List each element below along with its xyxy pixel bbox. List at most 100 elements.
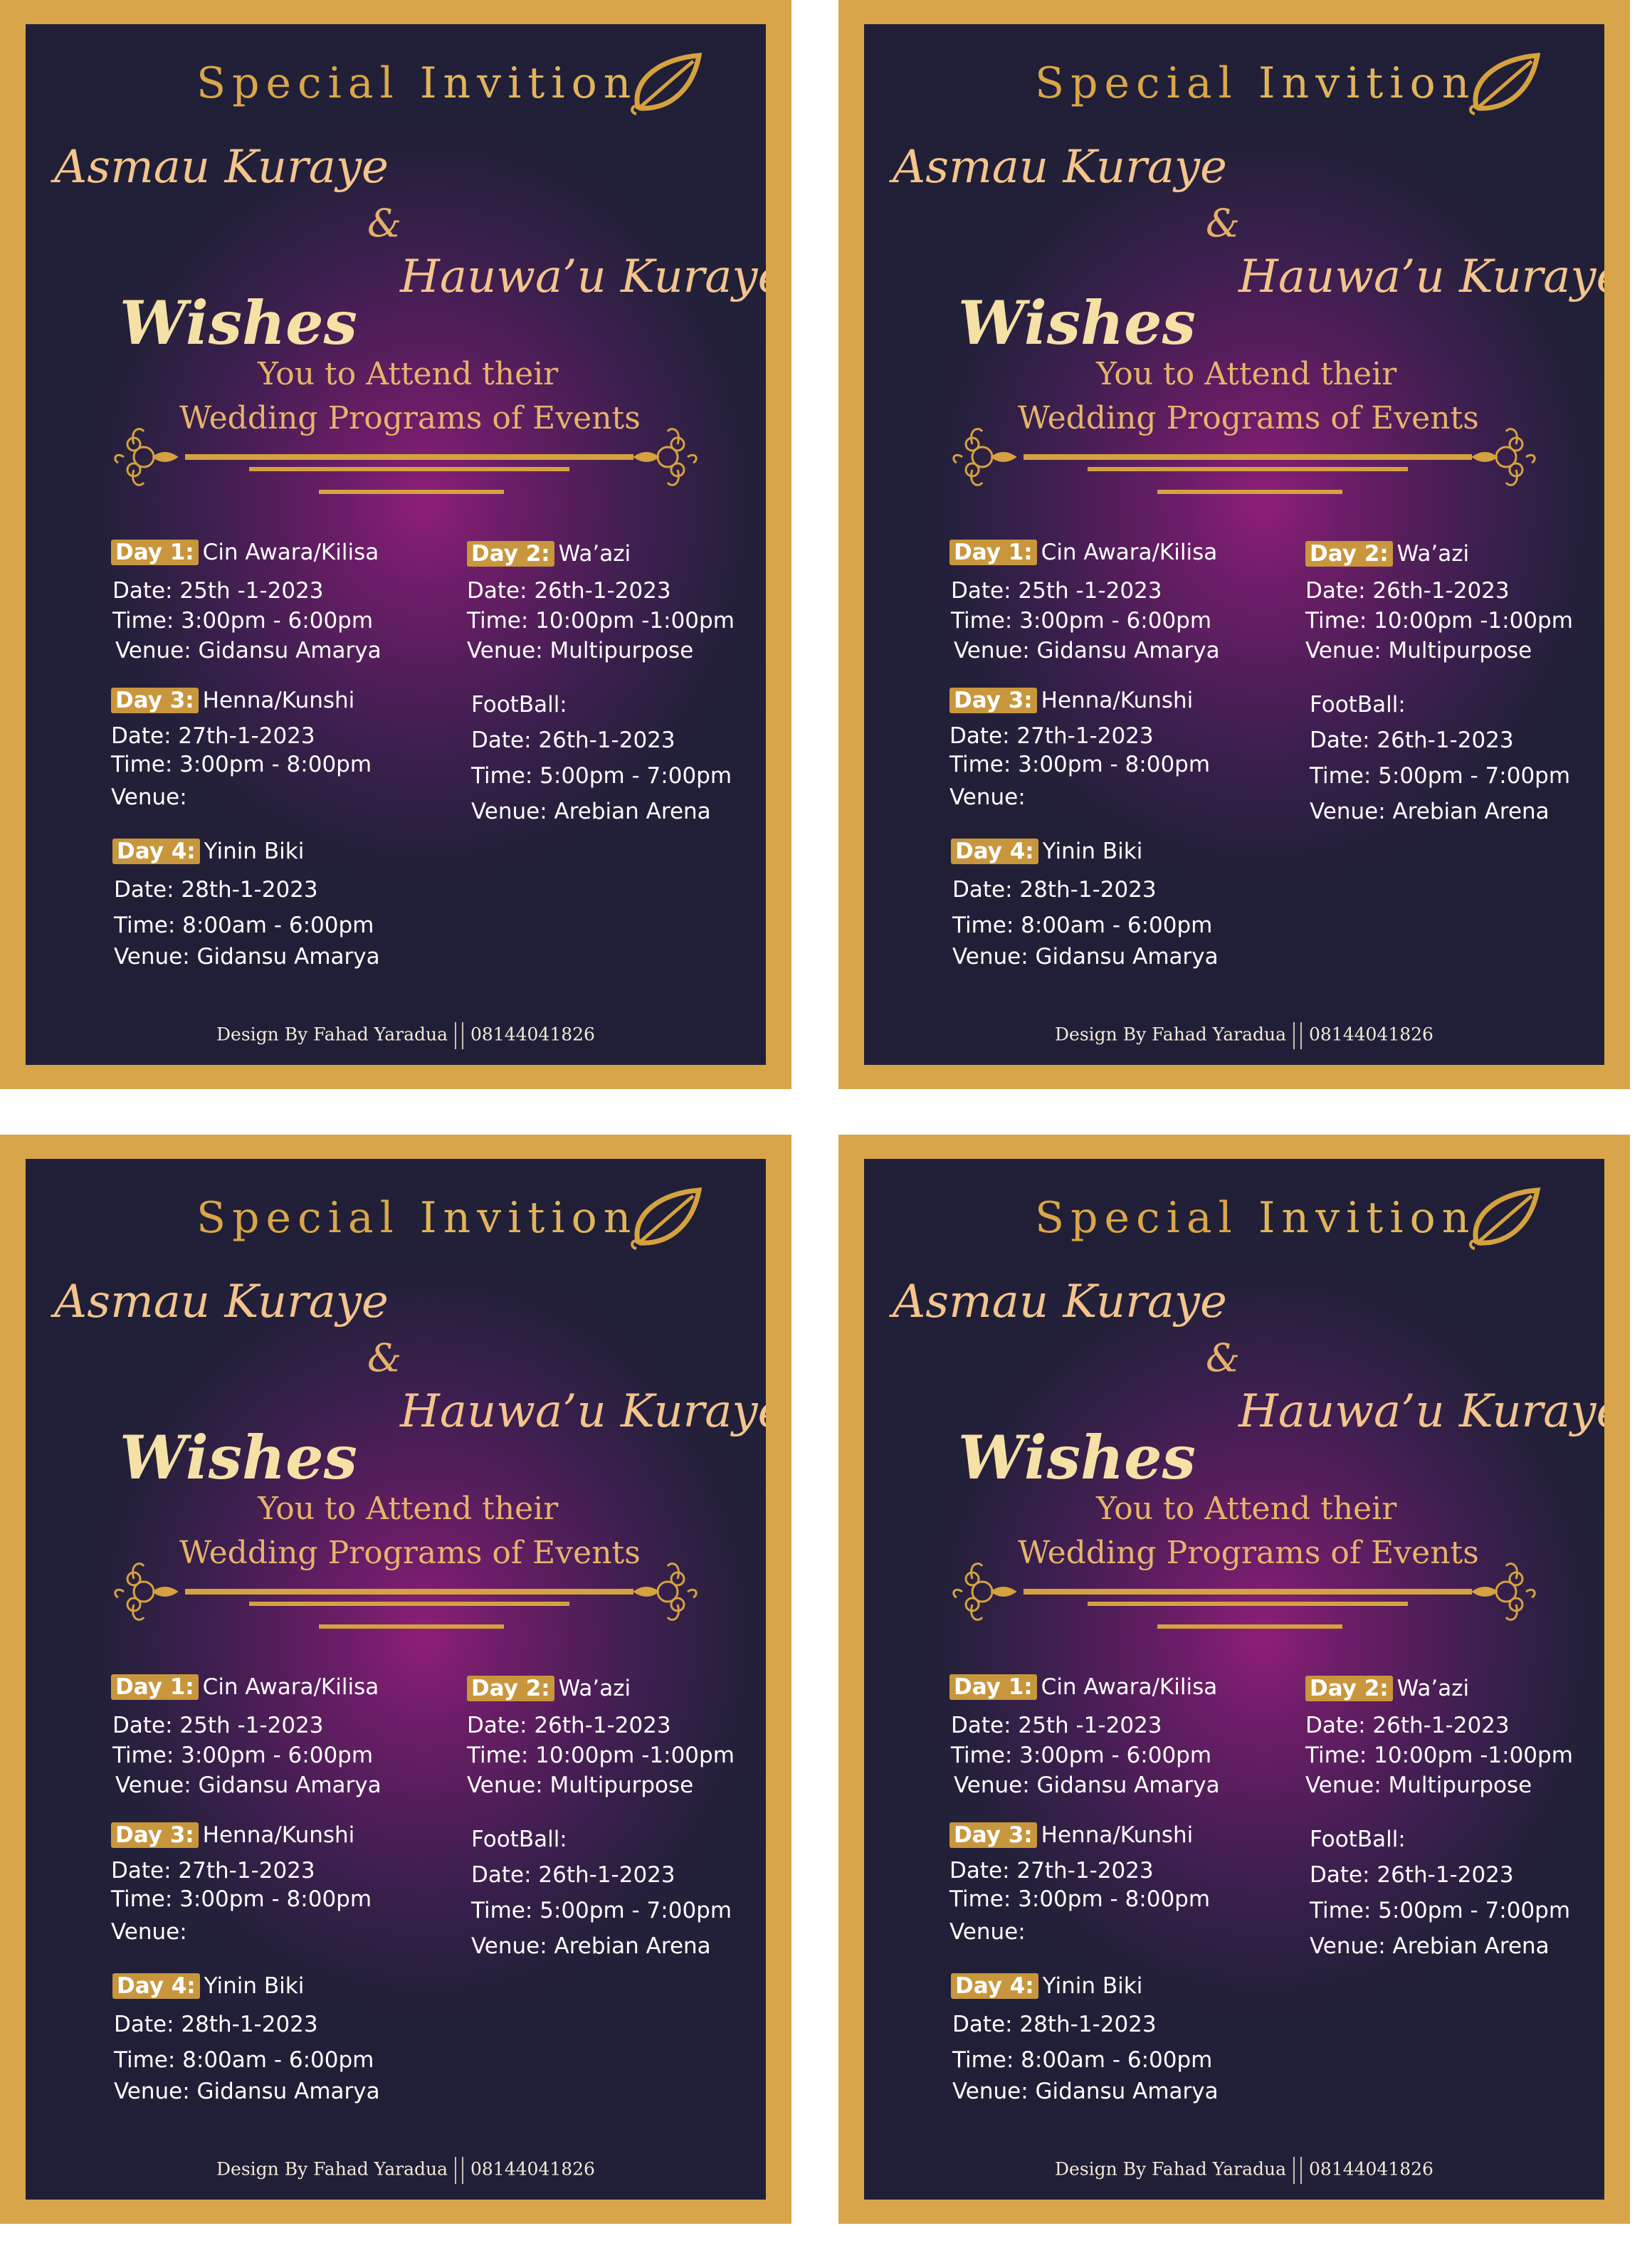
football-title: FootBall: — [1310, 1827, 1406, 1852]
subtitle-line-1: You to Attend their — [258, 356, 559, 392]
day4-time: Time: 8:00am - 6:00pm — [952, 913, 1213, 938]
subtitle-line-2: Wedding Programs of Events — [1018, 400, 1479, 436]
day2-date: Date: 26th-1-2023 — [467, 1713, 671, 1738]
day-badge: Day 2: — [467, 1676, 554, 1701]
bride-name-2: Hauwa’u Kuraye — [1238, 1385, 1604, 1438]
day1-venue: Venue: Gidansu Amarya — [954, 638, 1220, 663]
day2-date: Date: 26th-1-2023 — [1305, 1713, 1510, 1738]
invitation-card-bottom-right: Special Invition Asmau Kuraye & Hauwa’u … — [838, 1135, 1630, 2224]
day3-date: Date: 27th-1-2023 — [949, 1858, 1154, 1884]
day3-date: Date: 27th-1-2023 — [949, 723, 1154, 749]
invitation-card-top-right: Special Invition Asmau Kuraye & Hauwa’u … — [838, 0, 1630, 1089]
day-badge: Day 1: — [111, 1674, 199, 1700]
card-panel: Special Invition Asmau Kuraye & Hauwa’u … — [26, 24, 766, 1065]
subtitle-line-2: Wedding Programs of Events — [1018, 1535, 1479, 1571]
bride-name-1: Asmau Kuraye — [893, 141, 1227, 194]
football-time: Time: 5:00pm - 7:00pm — [1310, 1898, 1571, 1923]
day4-title: Day 4: Yinin Biki — [112, 839, 304, 864]
divider-line — [1088, 467, 1408, 471]
header-title: Special Invition — [1035, 58, 1475, 108]
day-badge: Day 2: — [1305, 541, 1393, 567]
divider-line — [319, 490, 504, 494]
divider-line — [319, 1624, 504, 1629]
divider-line — [249, 1602, 569, 1606]
floral-ornament-icon — [114, 428, 179, 486]
day2-time: Time: 10:00pm -1:00pm — [467, 1743, 735, 1768]
day3-date: Date: 27th-1-2023 — [111, 1858, 315, 1884]
bride-name-1: Asmau Kuraye — [54, 1276, 389, 1328]
header-word-special: Special — [1035, 1193, 1238, 1243]
day-badge: Day 3: — [949, 1822, 1037, 1848]
card-panel: Special Invition Asmau Kuraye & Hauwa’u … — [26, 1159, 766, 2200]
day3-time: Time: 3:00pm - 8:00pm — [949, 752, 1211, 777]
floral-ornament-icon — [633, 428, 698, 486]
card-panel: Special Invition Asmau Kuraye & Hauwa’u … — [864, 24, 1604, 1065]
ampersand: & — [1206, 1335, 1241, 1380]
floral-ornament-icon — [114, 1562, 179, 1621]
footer-separator — [1293, 2157, 1302, 2184]
day4-date: Date: 28th-1-2023 — [952, 2012, 1157, 2037]
day4-time: Time: 8:00am - 6:00pm — [952, 2047, 1213, 2073]
day2-title: Day 2: Wa’azi — [467, 541, 631, 567]
day1-date: Date: 25th -1-2023 — [951, 578, 1162, 604]
header-word-invition: Invition — [419, 1193, 638, 1243]
day-badge: Day 4: — [951, 1973, 1038, 1999]
day2-venue: Venue: Multipurpose — [467, 1772, 694, 1798]
day1-venue: Venue: Gidansu Amarya — [954, 1772, 1220, 1798]
wishes-heading: Wishes — [120, 1422, 357, 1493]
wishes-heading: Wishes — [958, 1422, 1196, 1493]
football-title: FootBall: — [471, 1827, 567, 1852]
football-time: Time: 5:00pm - 7:00pm — [471, 763, 732, 789]
footer-separator — [455, 1022, 463, 1049]
day3-title: Day 3: Henna/Kunshi — [949, 688, 1193, 713]
day1-date: Date: 25th -1-2023 — [112, 578, 324, 604]
day4-date: Date: 28th-1-2023 — [952, 877, 1157, 903]
ampersand: & — [367, 201, 402, 246]
football-venue: Venue: Arebian Arena — [1310, 1933, 1550, 1959]
leaf-icon — [631, 53, 703, 115]
day4-venue: Venue: Gidansu Amarya — [114, 944, 380, 970]
footer-separator — [1293, 1022, 1302, 1049]
day1-time: Time: 3:00pm - 6:00pm — [951, 608, 1212, 634]
day2-time: Time: 10:00pm -1:00pm — [467, 608, 735, 634]
day1-date: Date: 25th -1-2023 — [112, 1713, 324, 1738]
day4-date: Date: 28th-1-2023 — [114, 877, 318, 903]
day1-title: Day 1: Cin Awara/Kilisa — [111, 540, 379, 565]
designer-credit: Design By Fahad Yaradua — [216, 2158, 448, 2180]
football-date: Date: 26th-1-2023 — [471, 1862, 675, 1888]
day-badge: Day 4: — [951, 839, 1038, 864]
day2-venue: Venue: Multipurpose — [1305, 638, 1532, 663]
divider-line — [1024, 454, 1472, 460]
divider-line — [185, 454, 633, 460]
day2-venue: Venue: Multipurpose — [467, 638, 694, 663]
day3-time: Time: 3:00pm - 8:00pm — [111, 1886, 372, 1912]
football-venue: Venue: Arebian Arena — [471, 799, 711, 824]
leaf-icon — [631, 1187, 703, 1250]
subtitle-line-1: You to Attend their — [1096, 356, 1397, 392]
header-title: Special Invition — [1035, 1193, 1475, 1243]
floral-ornament-icon — [1471, 428, 1536, 486]
footer-credit: Design By Fahad Yaradua 08144041826 — [1055, 2157, 1433, 2184]
day4-venue: Venue: Gidansu Amarya — [952, 2079, 1219, 2104]
day4-time: Time: 8:00am - 6:00pm — [114, 2047, 374, 2073]
football-date: Date: 26th-1-2023 — [471, 728, 675, 753]
day2-venue: Venue: Multipurpose — [1305, 1772, 1532, 1798]
subtitle-line-2: Wedding Programs of Events — [179, 1535, 641, 1571]
day2-time: Time: 10:00pm -1:00pm — [1305, 1743, 1573, 1768]
day3-title: Day 3: Henna/Kunshi — [111, 1822, 354, 1848]
day2-date: Date: 26th-1-2023 — [1305, 578, 1510, 604]
day2-date: Date: 26th-1-2023 — [467, 578, 671, 604]
day4-title: Day 4: Yinin Biki — [951, 839, 1142, 864]
invitation-card-top-left: Special Invition Asmau Kuraye & Hauwa’u … — [0, 0, 791, 1089]
footer-credit: Design By Fahad Yaradua 08144041826 — [1055, 1022, 1433, 1049]
phone-number: 08144041826 — [1309, 2158, 1433, 2180]
header-word-invition: Invition — [419, 58, 638, 108]
day3-venue: Venue: — [949, 1919, 1026, 1945]
football-date: Date: 26th-1-2023 — [1310, 1862, 1514, 1888]
footer-credit: Design By Fahad Yaradua 08144041826 — [216, 1022, 595, 1049]
day1-title: Day 1: Cin Awara/Kilisa — [949, 540, 1217, 565]
designer-credit: Design By Fahad Yaradua — [1055, 1024, 1286, 1045]
day-badge: Day 4: — [112, 839, 200, 864]
day-badge: Day 4: — [112, 1973, 200, 1999]
day3-title: Day 3: Henna/Kunshi — [949, 1822, 1193, 1848]
